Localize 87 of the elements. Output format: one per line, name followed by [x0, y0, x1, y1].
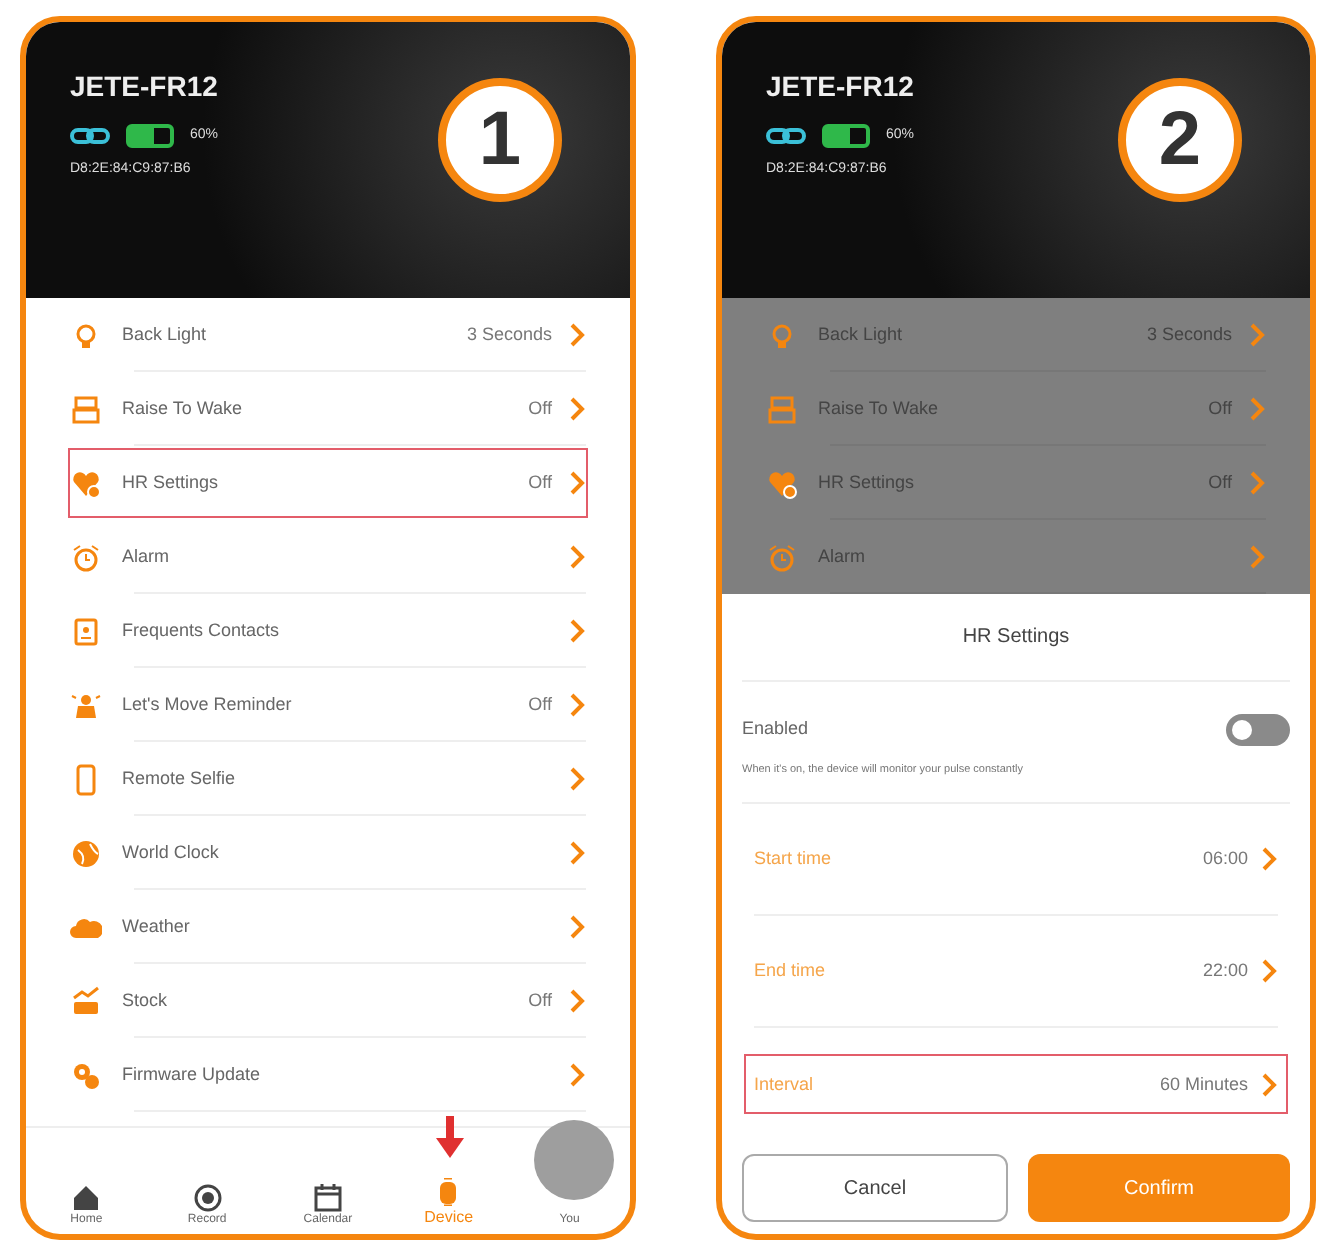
gear-icon: [70, 1059, 102, 1091]
chevron-right-icon: [568, 544, 586, 570]
chevron-right-icon: [568, 840, 586, 866]
setting-value: Off: [528, 987, 552, 1014]
setting-row[interactable]: Let's Move Reminder Off: [70, 668, 586, 742]
chevron-right-icon: [568, 618, 586, 644]
setting-row[interactable]: Remote Selfie: [70, 742, 586, 816]
setting-row[interactable]: End time 22:00: [754, 916, 1278, 1029]
setting-row[interactable]: Firmware Update: [70, 1038, 586, 1112]
link-icon: [70, 126, 110, 146]
battery-icon: [822, 124, 870, 148]
setting-label: Raise To Wake: [122, 395, 245, 422]
setting-value: Off: [528, 691, 552, 718]
setting-row[interactable]: Raise To Wake Off: [70, 372, 586, 446]
chart-icon: [70, 985, 102, 1017]
setting-label: Raise To Wake: [818, 395, 941, 422]
setting-row[interactable]: Back Light 3 Seconds: [70, 298, 586, 372]
setting-label: Back Light: [122, 321, 209, 348]
setting-label: Interval: [754, 1071, 816, 1097]
globe-icon: [70, 837, 102, 869]
battery-icon: [126, 124, 174, 148]
chevron-right-icon: [1260, 958, 1278, 985]
setting-value: 22:00: [1202, 958, 1248, 984]
calendar-icon: [313, 1184, 342, 1212]
chevron-right-icon: [568, 396, 586, 422]
chevron-right-icon: [1260, 1071, 1278, 1098]
toggle-switch[interactable]: [1226, 714, 1290, 746]
chevron-right-icon: [1248, 544, 1266, 570]
setting-value: Off: [528, 395, 552, 422]
setting-label: Weather: [122, 913, 192, 940]
sheet-title: HR Settings: [742, 622, 1290, 682]
setting-label: Firmware Update: [122, 1061, 263, 1088]
setting-value: 06:00: [1202, 846, 1248, 872]
setting-label: Alarm: [122, 543, 172, 570]
setting-label: Frequents Contacts: [122, 617, 282, 644]
heart-icon: [766, 467, 798, 499]
chevron-right-icon: [568, 1062, 586, 1088]
chevron-right-icon: [568, 470, 586, 496]
setting-label: Alarm: [818, 543, 868, 570]
target-icon: [193, 1184, 222, 1212]
chevron-right-icon: [568, 766, 586, 792]
bed-icon: [766, 393, 798, 425]
highlighted-setting-row[interactable]: Interval 60 Minutes: [742, 1052, 1290, 1117]
setting-value: Off: [1208, 469, 1232, 496]
setting-label: HR Settings: [122, 469, 221, 496]
bed-icon: [70, 393, 102, 425]
setting-label: Remote Selfie: [122, 765, 238, 792]
setting-label: HR Settings: [818, 469, 917, 496]
setting-label: Stock: [122, 987, 170, 1014]
setting-row[interactable]: Start time 06:00: [754, 804, 1278, 917]
highlighted-setting-row[interactable]: HR Settings Off: [66, 446, 590, 520]
chevron-right-icon: [568, 692, 586, 718]
alarm-clock-icon: [70, 541, 102, 573]
device-name: JETE-FR12: [70, 68, 220, 106]
setting-label: End time: [754, 958, 828, 984]
contact-card-icon: [70, 615, 102, 647]
step-number-badge: 2: [1118, 78, 1242, 202]
setting-row[interactable]: Weather: [70, 890, 586, 964]
chevron-right-icon: [568, 322, 586, 348]
setting-label: Back Light: [818, 321, 905, 348]
device-name: JETE-FR12: [766, 68, 916, 106]
setting-row[interactable]: Stock Off: [70, 964, 586, 1038]
chevron-right-icon: [568, 914, 586, 940]
home-icon: [72, 1184, 101, 1212]
setting-row[interactable]: World Clock: [70, 816, 586, 890]
chevron-right-icon: [1248, 470, 1266, 496]
setting-value: 3 Seconds: [1146, 321, 1232, 348]
heart-icon: [70, 467, 102, 499]
chevron-right-icon: [1260, 846, 1278, 873]
chevron-right-icon: [1248, 396, 1266, 422]
alarm-clock-icon: [766, 541, 798, 573]
step-number-badge: 1: [438, 78, 562, 202]
setting-row[interactable]: Alarm: [70, 520, 586, 594]
setting-value: Off: [1208, 395, 1232, 422]
setting-label: World Clock: [122, 839, 221, 866]
setting-label: Start time: [754, 846, 834, 872]
toggle-label: Enabled: [742, 716, 809, 743]
cancel-button[interactable]: Cancel: [742, 1154, 1008, 1222]
setting-value: 60 Minutes: [1159, 1071, 1248, 1097]
person-icon: [70, 689, 102, 721]
chevron-right-icon: [568, 988, 586, 1014]
chevron-right-icon: [1248, 322, 1266, 348]
link-icon: [766, 126, 806, 146]
setting-label: Let's Move Reminder: [122, 691, 294, 718]
setting-value: 3 Seconds: [466, 321, 552, 348]
setting-row[interactable]: Frequents Contacts: [70, 594, 586, 668]
setting-value: Off: [528, 469, 552, 496]
